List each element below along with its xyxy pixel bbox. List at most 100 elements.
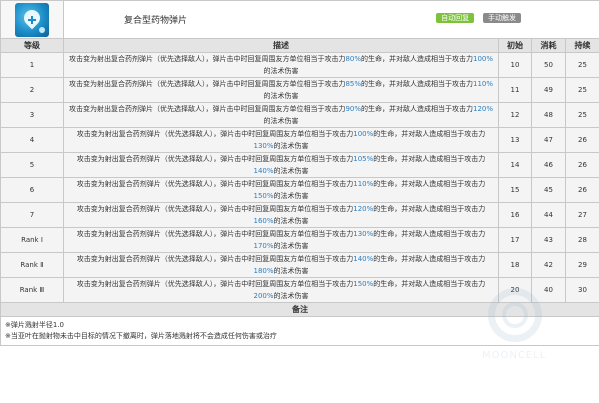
description-cell: 攻击变为射出复合药剂弹片（优先选择敌人），弹片击中时回复周围友方单位相当于攻击力… (63, 102, 499, 128)
description-cell: 攻击变为射出复合药剂弹片（优先选择敌人），弹片击中时回复周围友方单位相当于攻击力… (63, 177, 499, 203)
desc-text: 的法术伤害 (273, 292, 309, 300)
desc-text: 的法术伤害 (273, 242, 309, 250)
trigger-type-badge: 手动触发 (483, 13, 522, 23)
initial-sp-cell: 12 (498, 102, 532, 128)
table-row: Rank Ⅱ 攻击变为射出复合药剂弹片（优先选择敌人），弹片击中时回复周围友方单位… (0, 252, 599, 278)
heal-ratio: 100% (353, 130, 374, 138)
damage-ratio: 200% (253, 292, 274, 300)
desc-text: 的生命，并对敌人造成相当于攻击力 (373, 280, 486, 288)
initial-sp-cell: 13 (498, 127, 532, 153)
heal-ratio: 105% (353, 155, 374, 163)
duration-cell: 26 (564, 127, 599, 153)
desc-text: 的法术伤害 (263, 117, 299, 125)
initial-sp-cell: 11 (498, 77, 532, 103)
desc-text: 的法术伤害 (273, 192, 309, 200)
desc-text: 的法术伤害 (273, 167, 309, 175)
duration-cell: 27 (564, 202, 599, 228)
initial-sp-cell: 10 (498, 52, 532, 78)
desc-text: 的生命，并对敌人造成相当于攻击力 (373, 230, 486, 238)
table-row: Rank Ⅰ 攻击变为射出复合药剂弹片（优先选择敌人），弹片击中时回复周围友方单位… (0, 227, 599, 253)
damage-ratio: 140% (253, 167, 274, 175)
damage-ratio: 120% (473, 105, 494, 113)
level-cell: 3 (0, 102, 64, 128)
damage-ratio: 170% (253, 242, 274, 250)
level-cell: Rank Ⅱ (0, 252, 64, 278)
desc-text: 攻击变为射出复合药剂弹片（优先选择敌人），弹片击中时回复周围友方单位相当于攻击力 (76, 155, 354, 163)
desc-text: 的生命，并对敌人造成相当于攻击力 (373, 180, 486, 188)
damage-ratio: 150% (253, 192, 274, 200)
desc-text: 的生命，并对敌人造成相当于攻击力 (373, 130, 486, 138)
level-cell: Rank Ⅲ (0, 277, 64, 303)
skill-name: 复合型药物弹片 (124, 16, 188, 26)
desc-text: 攻击变为射出复合药剂弹片（优先选择敌人），弹片击中时回复周围友方单位相当于攻击力 (76, 180, 354, 188)
initial-sp-cell: 17 (498, 227, 532, 253)
desc-text: 的法术伤害 (273, 217, 309, 225)
initial-sp-cell: 16 (498, 202, 532, 228)
description-cell: 攻击变为射出复合药剂弹片（优先选择敌人），弹片击中时回复周围友方单位相当于攻击力… (63, 277, 499, 303)
sp-cost-cell: 43 (531, 227, 566, 253)
damage-ratio: 130% (253, 142, 274, 150)
desc-text: 攻击变为射出复合药剂弹片（优先选择敌人），弹片击中时回复周围友方单位相当于攻击力 (76, 230, 354, 238)
damage-ratio: 110% (473, 80, 494, 88)
level-cell: 7 (0, 202, 64, 228)
heal-ratio: 130% (353, 230, 374, 238)
desc-text: 攻击变为射出复合药剂弹片（优先选择敌人），弹片击中时回复周围友方单位相当于攻击力 (68, 55, 346, 63)
desc-text: 攻击变为射出复合药剂弹片（优先选择敌人），弹片击中时回复周围友方单位相当于攻击力 (76, 130, 354, 138)
duration-cell: 25 (564, 52, 599, 78)
heal-ratio: 150% (353, 280, 374, 288)
level-header: 等级 (0, 38, 64, 53)
duration-cell: 29 (564, 252, 599, 278)
description-cell: 攻击变为射出复合药剂弹片（优先选择敌人），弹片击中时回复周围友方单位相当于攻击力… (63, 227, 499, 253)
table-row: 4 攻击变为射出复合药剂弹片（优先选择敌人），弹片击中时回复周围友方单位相当于攻击… (0, 127, 599, 153)
table-row: 1 攻击变为射出复合药剂弹片（优先选择敌人），弹片击中时回复周围友方单位相当于攻击… (0, 52, 599, 78)
skill-name-cell: 复合型药物弹片 自动回复 手动触发 (62, 0, 599, 39)
table-row: 7 攻击变为射出复合药剂弹片（优先选择敌人），弹片击中时回复周围友方单位相当于攻击… (0, 202, 599, 228)
level-cell: 6 (0, 177, 64, 203)
level-cell: 1 (0, 52, 64, 78)
skill-header-row: 复合型药物弹片 自动回复 手动触发 (0, 0, 599, 39)
sp-cost-cell: 46 (531, 152, 566, 178)
desc-text: 攻击变为射出复合药剂弹片（优先选择敌人），弹片击中时回复周围友方单位相当于攻击力 (68, 105, 346, 113)
column-header-row: 等级 描述 初始 消耗 持续 (0, 38, 599, 53)
desc-text: 的生命，并对敌人造成相当于攻击力 (373, 255, 486, 263)
heal-ratio: 110% (353, 180, 374, 188)
damage-ratio: 160% (253, 217, 274, 225)
heal-ratio: 85% (345, 80, 362, 88)
skill-icon-cell (0, 0, 64, 39)
sp-cost-cell: 49 (531, 77, 566, 103)
desc-text: 的生命，并对敌人造成相当于攻击力 (361, 55, 474, 63)
table-row: 6 攻击变为射出复合药剂弹片（优先选择敌人），弹片击中时回复周围友方单位相当于攻击… (0, 177, 599, 203)
sp-cost-header: 消耗 (531, 38, 566, 53)
level-cell: 5 (0, 152, 64, 178)
sp-cost-cell: 44 (531, 202, 566, 228)
level-cell: 2 (0, 77, 64, 103)
desc-text: 的生命，并对敌人造成相当于攻击力 (361, 80, 474, 88)
watermark-text: MOONCELL (482, 350, 547, 361)
damage-ratio: 180% (253, 267, 274, 275)
table-row: 3 攻击变为射出复合药剂弹片（优先选择敌人），弹片击中时回复周围友方单位相当于攻击… (0, 102, 599, 128)
sp-cost-cell: 50 (531, 52, 566, 78)
desc-text: 攻击变为射出复合药剂弹片（优先选择敌人），弹片击中时回复周围友方单位相当于攻击力 (76, 205, 354, 213)
desc-text: 的法术伤害 (263, 67, 299, 75)
sp-cost-cell: 42 (531, 252, 566, 278)
desc-text: 的法术伤害 (273, 267, 309, 275)
duration-cell: 28 (564, 227, 599, 253)
mooncell-logo-icon: MOONCELL (470, 288, 560, 378)
desc-text: 的法术伤害 (263, 92, 299, 100)
desc-text: 的生命，并对敌人造成相当于攻击力 (373, 205, 486, 213)
initial-sp-cell: 15 (498, 177, 532, 203)
sp-cost-cell: 47 (531, 127, 566, 153)
duration-cell: 30 (564, 277, 599, 303)
duration-cell: 26 (564, 152, 599, 178)
desc-text: 的生命，并对敌人造成相当于攻击力 (373, 155, 486, 163)
desc-text: 的生命，并对敌人造成相当于攻击力 (361, 105, 474, 113)
skill-badges: 自动回复 手动触发 (430, 13, 522, 23)
initial-sp-header: 初始 (498, 38, 532, 53)
heal-ratio: 90% (345, 105, 362, 113)
heal-ratio: 80% (345, 55, 362, 63)
duration-cell: 25 (564, 77, 599, 103)
description-cell: 攻击变为射出复合药剂弹片（优先选择敌人），弹片击中时回复周围友方单位相当于攻击力… (63, 127, 499, 153)
initial-sp-cell: 14 (498, 152, 532, 178)
duration-cell: 25 (564, 102, 599, 128)
description-cell: 攻击变为射出复合药剂弹片（优先选择敌人），弹片击中时回复周围友方单位相当于攻击力… (63, 77, 499, 103)
